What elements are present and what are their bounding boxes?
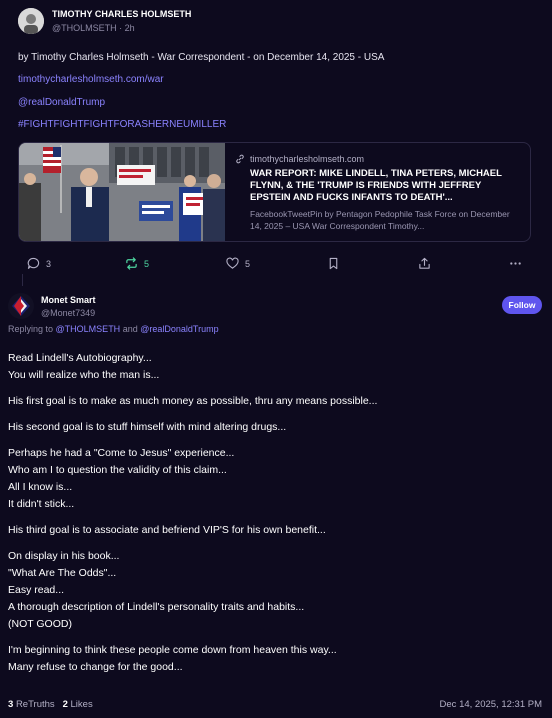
reply-line: It didn't stick... — [8, 498, 75, 510]
reply-avatar-image — [8, 293, 34, 319]
author-avatar[interactable] — [18, 8, 44, 34]
post-mention[interactable]: @realDonaldTrump — [18, 97, 105, 108]
retruths-count: 3 — [8, 699, 14, 710]
share-icon — [419, 257, 430, 269]
reply-line: You will realize who the man is... — [8, 369, 160, 381]
reply-line: A thorough description of Lindell's pers… — [8, 601, 305, 613]
bookmark-action[interactable] — [327, 257, 340, 270]
reply-line: His second goal is to stuff himself with… — [8, 421, 287, 433]
reply-line: Who am I to question the validity of thi… — [8, 464, 227, 476]
reply-line: On display in his book... — [8, 550, 120, 562]
reply-timestamp[interactable]: Dec 14, 2025, 12:31 PM — [440, 699, 542, 710]
reply-line: Read Lindell's Autobiography... — [8, 352, 152, 364]
bookmark-icon — [329, 257, 338, 270]
likes-label: Likes — [70, 699, 93, 710]
reply-paragraph: Read Lindell's Autobiography... You will… — [8, 350, 538, 384]
reply-paragraph: On display in his book... "What Are The … — [8, 548, 538, 633]
card-domain-row: timothycharlesholmseth.com — [235, 154, 364, 164]
reply-line: "What Are The Odds"... — [8, 567, 117, 579]
like-action[interactable]: 5 — [226, 257, 250, 270]
reply-line: Many refuse to change for the good... — [8, 661, 183, 673]
card-title: WAR REPORT: MIKE LINDELL, TINA PETERS, M… — [250, 168, 502, 203]
reply-action[interactable]: 3 — [27, 257, 51, 270]
post-headline: by Timothy Charles Holmseth - War Corres… — [18, 52, 385, 63]
post-time[interactable]: 2h — [125, 23, 135, 33]
card-description: FacebookTweetPin by Pentagon Pedophile T… — [250, 209, 510, 231]
reply-icon — [27, 257, 40, 269]
reply-paragraph: His first goal is to make as much money … — [8, 393, 538, 410]
link-preview-card[interactable]: timothycharlesholmseth.com WAR REPORT: M… — [18, 142, 531, 242]
reply-paragraph: His third goal is to associate and befri… — [8, 522, 538, 539]
post-hashtag[interactable]: #FIGHTFIGHTFIGHTFORASHERNEUMILLER — [18, 119, 226, 130]
author-handle-row: @THOLMSETH · 2h — [52, 23, 135, 33]
likes-stat[interactable]: 2 Likes — [63, 699, 93, 710]
author-name[interactable]: TIMOTHY CHARLES HOLMSETH — [52, 9, 191, 19]
reply-line: Easy read... — [8, 584, 65, 596]
retruth-count: 5 — [144, 258, 150, 269]
more-icon — [510, 262, 521, 265]
author-avatar-image — [18, 8, 44, 34]
reply-line: All I know is... — [8, 481, 73, 493]
reply-line: I'm beginning to think these people come… — [8, 644, 337, 656]
likes-count: 2 — [62, 699, 68, 710]
card-image — [19, 143, 225, 241]
reply-avatar[interactable] — [8, 293, 34, 319]
replying-to-prefix: Replying to — [8, 324, 54, 334]
replying-to-mention-2[interactable]: @realDonaldTrump — [140, 324, 218, 334]
author-handle[interactable]: @THOLMSETH — [52, 23, 117, 33]
reply-line: (NOT GOOD) — [8, 618, 72, 630]
reply-author-handle[interactable]: @Monet7349 — [41, 308, 95, 318]
reply-paragraph: His second goal is to stuff himself with… — [8, 419, 538, 436]
retruth-action[interactable]: 5 — [125, 257, 149, 270]
reply-author-name[interactable]: Monet Smart — [41, 295, 96, 305]
retruths-label: ReTruths — [15, 699, 55, 710]
retruths-stat[interactable]: 3 ReTruths — [8, 699, 55, 710]
reply-line: His first goal is to make as much money … — [8, 395, 378, 407]
reply-line: Perhaps he had a "Come to Jesus" experie… — [8, 447, 235, 459]
follow-button[interactable]: Follow — [502, 296, 542, 314]
retruth-icon — [126, 257, 137, 270]
link-icon — [236, 154, 244, 164]
post-link[interactable]: timothycharlesholmseth.com/war — [18, 74, 164, 85]
replying-to-mention-1[interactable]: @THOLMSETH — [56, 324, 121, 334]
share-action[interactable] — [418, 257, 431, 270]
replying-to-and: and — [122, 324, 138, 334]
reply-body: Read Lindell's Autobiography... You will… — [8, 350, 538, 676]
thread-line — [22, 274, 23, 286]
card-domain: timothycharlesholmseth.com — [250, 154, 365, 164]
reply-line: His third goal is to associate and befri… — [8, 524, 326, 536]
card-photo — [19, 143, 225, 241]
reply-stats: 3 ReTruths 2 Likes — [8, 699, 93, 710]
reply-paragraph: Perhaps he had a "Come to Jesus" experie… — [8, 445, 538, 513]
reply-count: 3 — [46, 258, 52, 269]
heart-icon — [226, 257, 239, 269]
replying-to-line: Replying to @THOLMSETH and @realDonaldTr… — [8, 324, 219, 334]
reply-paragraph: I'm beginning to think these people come… — [8, 642, 538, 676]
more-action[interactable] — [509, 257, 522, 270]
like-count: 5 — [245, 258, 251, 269]
